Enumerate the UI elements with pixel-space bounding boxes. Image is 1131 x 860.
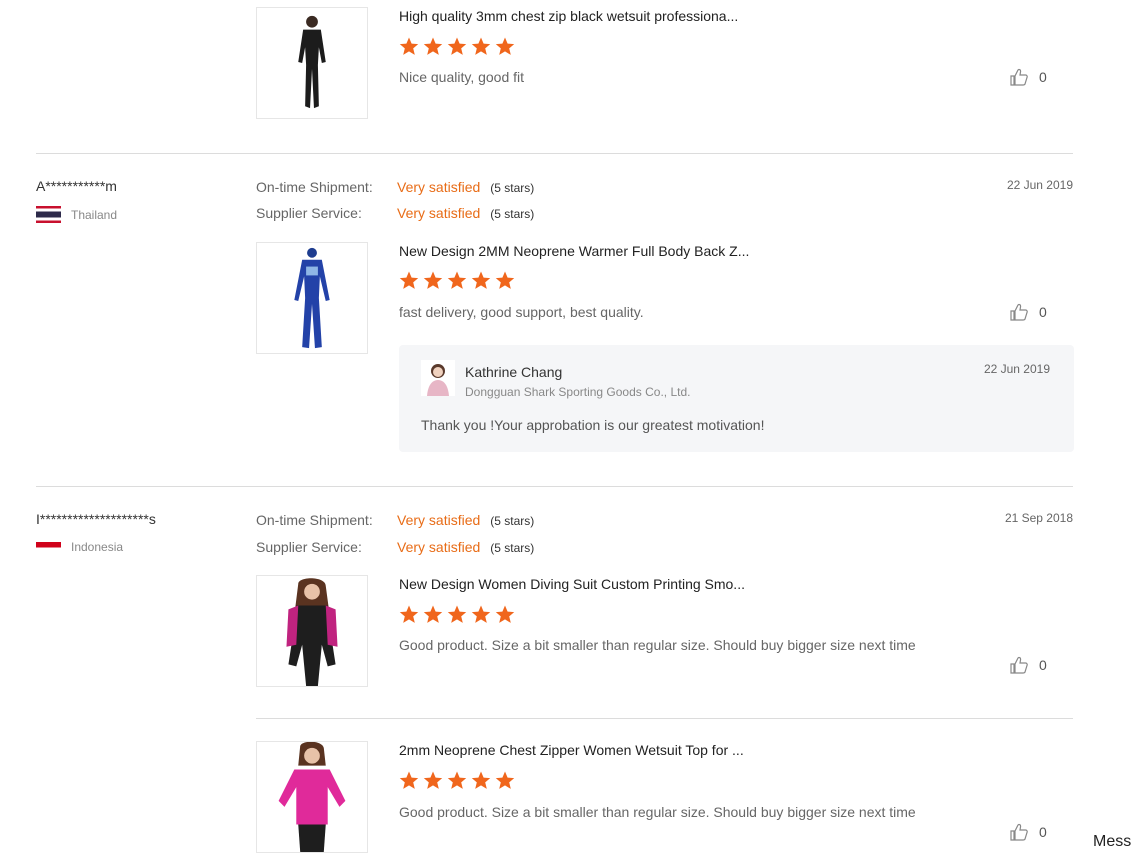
product-rating — [399, 271, 515, 290]
like-button[interactable]: 0 — [1009, 655, 1047, 675]
like-count: 0 — [1039, 824, 1047, 840]
reply-text: Thank you !Your approbation is our great… — [421, 417, 765, 433]
thumbs-up-icon — [1010, 823, 1028, 841]
star-icon — [399, 37, 419, 55]
star-icon — [399, 605, 419, 623]
like-button[interactable]: 0 — [1009, 67, 1047, 87]
star-icon — [447, 37, 467, 55]
service-rating: Supplier Service: Very satisfied (5 star… — [256, 205, 535, 221]
star-icon — [471, 271, 491, 289]
review-date: 21 Sep 2018 — [1004, 511, 1073, 525]
blue-wetsuit-image — [257, 243, 367, 353]
product-thumbnail[interactable] — [256, 7, 368, 119]
review-comment: fast delivery, good support, best qualit… — [399, 304, 644, 320]
buyer-name: A***********m — [36, 178, 117, 194]
star-icon — [495, 37, 515, 55]
buyer-country: Indonesia — [36, 540, 123, 554]
thumbs-up-icon — [1010, 68, 1028, 86]
supplier-reply: Kathrine Chang Dongguan Shark Sporting G… — [399, 345, 1074, 452]
star-icon — [471, 771, 491, 789]
buyer-country: Thailand — [36, 206, 117, 223]
like-count: 0 — [1039, 69, 1047, 85]
product-rating — [399, 605, 515, 624]
like-button[interactable]: 0 — [1009, 302, 1047, 322]
star-icon — [471, 37, 491, 55]
women-diving-suit-image — [257, 576, 367, 686]
product-thumbnail[interactable] — [256, 741, 368, 853]
women-wetsuit-top-image — [257, 742, 367, 852]
reply-author: Kathrine Chang — [465, 364, 563, 380]
shipment-rating: On-time Shipment: Very satisfied (5 star… — [256, 512, 535, 528]
service-rating: Supplier Service: Very satisfied (5 star… — [256, 539, 535, 555]
star-icon — [447, 771, 467, 789]
review-comment: Good product. Size a bit smaller than re… — [399, 804, 916, 820]
item-divider — [256, 718, 1073, 719]
review-comment: Nice quality, good fit — [399, 69, 525, 85]
thailand-flag-icon — [36, 206, 61, 223]
product-rating — [399, 37, 515, 56]
star-icon — [447, 271, 467, 289]
country-name: Indonesia — [71, 540, 124, 554]
like-count: 0 — [1039, 657, 1047, 673]
star-icon — [495, 771, 515, 789]
messenger-button[interactable]: Mess — [1093, 833, 1131, 851]
star-icon — [495, 605, 515, 623]
review-divider — [36, 486, 1073, 487]
shipment-rating: On-time Shipment: Very satisfied (5 star… — [256, 179, 535, 195]
reply-company: Dongguan Shark Sporting Goods Co., Ltd. — [465, 385, 691, 399]
avatar — [421, 360, 455, 396]
star-icon — [423, 771, 443, 789]
product-title[interactable]: High quality 3mm chest zip black wetsuit… — [399, 8, 738, 24]
star-icon — [423, 271, 443, 289]
thumbs-up-icon — [1010, 303, 1028, 321]
black-wetsuit-image — [257, 8, 367, 118]
star-icon — [495, 271, 515, 289]
country-name: Thailand — [71, 207, 118, 222]
star-icon — [399, 771, 419, 789]
thumbs-up-icon — [1010, 656, 1028, 674]
star-icon — [423, 605, 443, 623]
review-date: 22 Jun 2019 — [1006, 178, 1073, 192]
star-icon — [399, 271, 419, 289]
indonesia-flag-icon — [36, 541, 61, 553]
reply-date: 22 Jun 2019 — [983, 362, 1050, 376]
star-icon — [423, 37, 443, 55]
like-count: 0 — [1039, 304, 1047, 320]
product-thumbnail[interactable] — [256, 242, 368, 354]
like-button[interactable]: 0 — [1009, 822, 1047, 842]
product-title[interactable]: 2mm Neoprene Chest Zipper Women Wetsuit … — [399, 742, 744, 758]
star-icon — [447, 605, 467, 623]
product-thumbnail[interactable] — [256, 575, 368, 687]
product-title[interactable]: New Design 2MM Neoprene Warmer Full Body… — [399, 243, 749, 259]
review-comment: Good product. Size a bit smaller than re… — [399, 637, 916, 653]
buyer-name: I********************s — [36, 511, 156, 527]
product-title[interactable]: New Design Women Diving Suit Custom Prin… — [399, 576, 745, 592]
product-rating — [399, 771, 515, 790]
review-divider — [36, 153, 1073, 154]
star-icon — [471, 605, 491, 623]
